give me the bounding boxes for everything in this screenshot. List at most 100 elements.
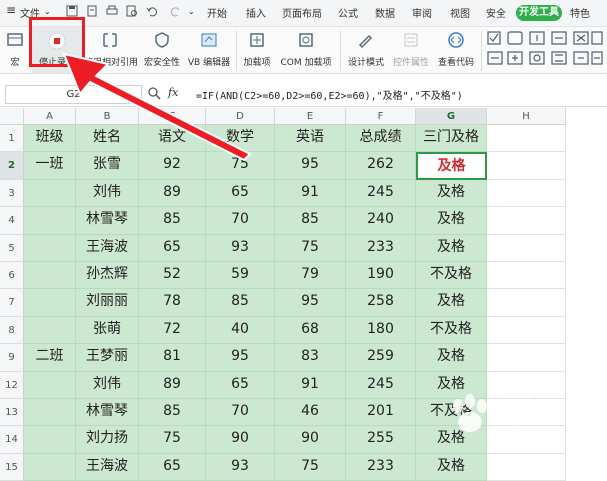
cell-a5[interactable] [24, 234, 76, 262]
cell-e4[interactable]: 85 [275, 207, 346, 235]
cell-b12[interactable]: 刘伟 [76, 371, 139, 399]
column-header-g[interactable]: G [416, 108, 487, 125]
cell-e3[interactable]: 91 [275, 179, 346, 208]
cell-a13[interactable] [24, 399, 76, 427]
view-code-button[interactable]: 查看代码 [434, 27, 478, 73]
cell-g7[interactable]: 及格 [416, 289, 487, 317]
hamburger-icon[interactable]: ≡ [6, 3, 16, 17]
cell-e9[interactable]: 83 [275, 344, 346, 372]
row-header[interactable]: 12 [0, 371, 24, 399]
cell-b4[interactable]: 林雪琴 [76, 207, 139, 235]
row-header[interactable]: 15 [0, 453, 24, 481]
cell-b6[interactable]: 孙杰辉 [76, 262, 139, 290]
cell-d12[interactable]: 65 [206, 371, 275, 399]
cell-c8[interactable]: 72 [139, 316, 206, 345]
cell-f5[interactable]: 233 [346, 234, 416, 262]
cell-g1[interactable]: 三门及格 [416, 125, 487, 153]
print-icon[interactable] [106, 5, 118, 17]
cell-d9[interactable]: 95 [206, 344, 275, 372]
row-header[interactable]: 8 [0, 316, 24, 345]
cell-f2[interactable]: 262 [346, 152, 416, 180]
tab-insert[interactable]: 插入 [246, 5, 266, 20]
cell-b15[interactable]: 王海波 [76, 453, 139, 481]
tab-formulas[interactable]: 公式 [338, 5, 358, 20]
cell-c5[interactable]: 65 [139, 234, 206, 262]
cell-b3[interactable]: 刘伟 [76, 179, 139, 208]
cell-c3[interactable]: 89 [139, 179, 206, 208]
row-header[interactable]: 5 [0, 234, 24, 262]
tab-page-layout[interactable]: 页面布局 [282, 5, 322, 20]
row-header[interactable]: 2 [0, 152, 24, 180]
cell-a6[interactable] [24, 262, 76, 290]
cell-d6[interactable]: 59 [206, 262, 275, 290]
cell-b7[interactable]: 刘丽丽 [76, 289, 139, 317]
cell-c13[interactable]: 85 [139, 399, 206, 427]
redo-icon[interactable] [170, 5, 182, 17]
cell-f9[interactable]: 259 [346, 344, 416, 372]
cell-a7[interactable] [24, 289, 76, 317]
cell-e12[interactable]: 91 [275, 371, 346, 399]
cell-d4[interactable]: 70 [206, 207, 275, 235]
cell-h1[interactable] [487, 125, 566, 153]
cell-e1[interactable]: 英语 [275, 125, 346, 153]
cell-h7[interactable] [487, 289, 566, 317]
cell-c12[interactable]: 89 [139, 371, 206, 399]
cell-h5[interactable] [487, 234, 566, 262]
cell-c14[interactable]: 75 [139, 426, 206, 454]
macro-button[interactable]: 宏 [2, 27, 28, 73]
row-header[interactable]: 4 [0, 207, 24, 235]
cell-h9[interactable] [487, 344, 566, 372]
cell-c6[interactable]: 52 [139, 262, 206, 290]
cell-a14[interactable] [24, 426, 76, 454]
cell-f3[interactable]: 245 [346, 179, 416, 208]
cell-a4[interactable] [24, 207, 76, 235]
cell-e14[interactable]: 90 [275, 426, 346, 454]
row-header[interactable]: 14 [0, 426, 24, 454]
cell-h8[interactable] [487, 316, 566, 345]
cell-a3[interactable] [24, 179, 76, 208]
export-pdf-icon[interactable] [86, 5, 98, 17]
column-header-f[interactable]: F [346, 108, 416, 125]
cell-a9[interactable]: 二班 [24, 344, 76, 372]
cell-h3[interactable] [487, 179, 566, 208]
column-header-h[interactable]: H [487, 108, 566, 125]
cell-h6[interactable] [487, 262, 566, 290]
tab-developer[interactable]: 开发工具 [516, 5, 562, 21]
cell-g6[interactable]: 不及格 [416, 262, 487, 290]
cell-b8[interactable]: 张萌 [76, 316, 139, 345]
cell-a12[interactable] [24, 371, 76, 399]
tab-home[interactable]: 开始 [207, 5, 227, 20]
row-header[interactable]: 6 [0, 262, 24, 290]
cell-h15[interactable] [487, 453, 566, 481]
cell-f6[interactable]: 190 [346, 262, 416, 290]
cell-e15[interactable]: 75 [275, 453, 346, 481]
form-controls-gallery[interactable] [486, 30, 604, 70]
cell-c7[interactable]: 78 [139, 289, 206, 317]
com-addins-button[interactable]: COM 加载项 [276, 27, 336, 73]
cell-g4[interactable]: 及格 [416, 207, 487, 235]
row-header[interactable]: 1 [0, 125, 24, 153]
chevron-down-icon[interactable]: ⌄ [44, 7, 51, 16]
cell-e7[interactable]: 95 [275, 289, 346, 317]
cell-d5[interactable]: 93 [206, 234, 275, 262]
cell-e8[interactable]: 68 [275, 316, 346, 345]
cell-d15[interactable]: 93 [206, 453, 275, 481]
row-header[interactable]: 13 [0, 399, 24, 427]
column-header-e[interactable]: E [275, 108, 346, 125]
row-header[interactable]: 9 [0, 344, 24, 372]
cell-f12[interactable]: 245 [346, 371, 416, 399]
cell-e5[interactable]: 75 [275, 234, 346, 262]
cell-e6[interactable]: 79 [275, 262, 346, 290]
row-header[interactable]: 3 [0, 179, 24, 208]
design-mode-button[interactable]: 设计模式 [344, 27, 388, 73]
cell-f7[interactable]: 258 [346, 289, 416, 317]
preview-icon[interactable] [126, 5, 138, 17]
row-header[interactable]: 7 [0, 289, 24, 317]
cell-d7[interactable]: 85 [206, 289, 275, 317]
tab-view[interactable]: 视图 [450, 5, 470, 20]
chevron-down-icon[interactable]: ⌄ [188, 7, 195, 16]
control-properties-button[interactable]: 控件属性 [390, 27, 432, 73]
cell-g2[interactable]: 及格 [416, 152, 487, 180]
cell-b5[interactable]: 王海波 [76, 234, 139, 262]
cell-f15[interactable]: 233 [346, 453, 416, 481]
